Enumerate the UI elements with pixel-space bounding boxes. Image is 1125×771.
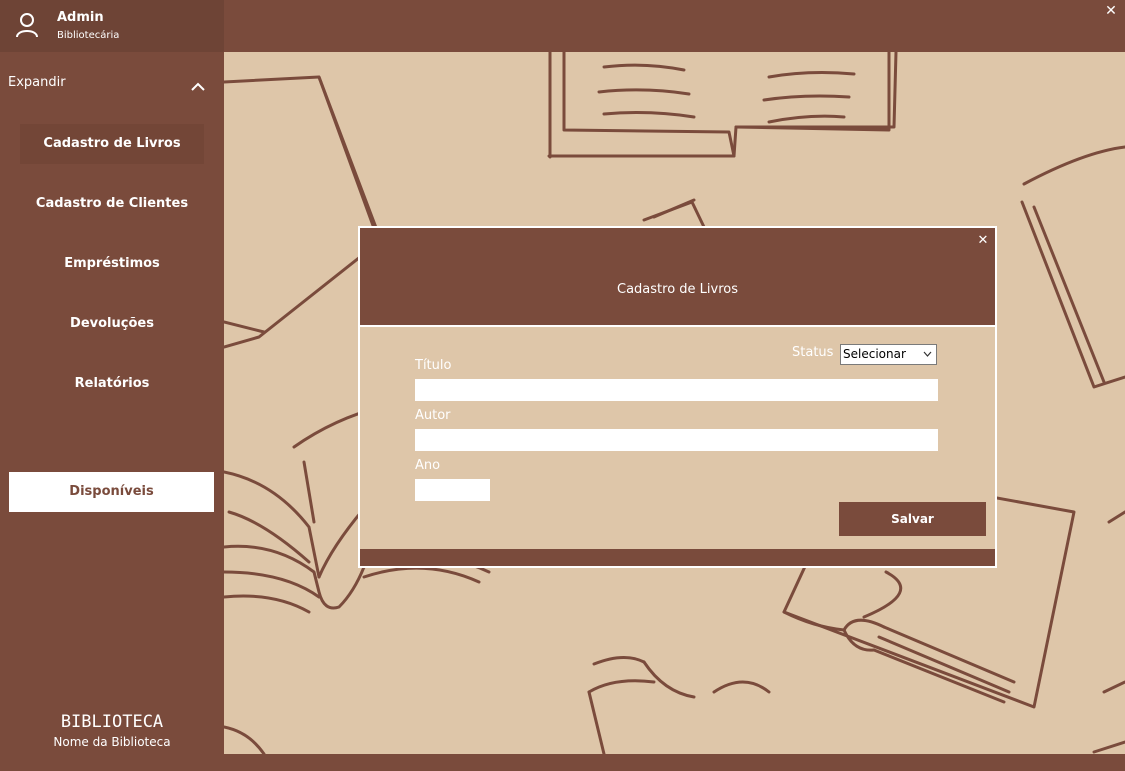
sidebar: Expandir Cadastro de Livros Cadastro de …	[0, 52, 224, 754]
chevron-down-icon	[923, 351, 932, 357]
save-button[interactable]: Salvar	[839, 502, 986, 536]
user-icon	[16, 13, 38, 38]
modal-close-icon[interactable]: ✕	[976, 234, 990, 248]
expand-toggle[interactable]: Expandir	[0, 52, 224, 112]
user-role: Bibliotecária	[57, 30, 120, 41]
sidebar-item-emprestimos[interactable]: Empréstimos	[20, 244, 204, 284]
autor-label: Autor	[415, 408, 451, 423]
brand-title: BIBLIOTECA	[60, 712, 164, 732]
titulo-input[interactable]	[415, 379, 938, 401]
ano-label: Ano	[415, 458, 441, 473]
status-select[interactable]: Selecionar	[840, 344, 937, 365]
chevron-up-icon	[191, 82, 205, 91]
sidebar-item-devolucoes[interactable]: Devoluções	[20, 304, 204, 344]
modal-title: Cadastro de Livros	[617, 282, 738, 297]
bottom-strip	[0, 754, 1125, 771]
modal-footer	[360, 549, 995, 566]
titulo-label: Título	[415, 358, 452, 373]
user-name: Admin	[57, 10, 104, 25]
modal-divider	[360, 325, 995, 327]
brand-subtitle: Nome da Biblioteca	[53, 735, 171, 749]
expand-label: Expandir	[8, 75, 66, 90]
available-button[interactable]: Disponíveis	[9, 472, 214, 512]
status-select-value: Selecionar	[843, 347, 906, 361]
status-label: Status	[792, 345, 834, 360]
sidebar-item-cadastro-clientes[interactable]: Cadastro de Clientes	[20, 184, 204, 224]
ano-input[interactable]	[415, 479, 490, 501]
app-close-icon[interactable]: ✕	[1103, 3, 1119, 19]
user-block: Admin Bibliotecária	[0, 0, 224, 52]
autor-input[interactable]	[415, 429, 938, 451]
sidebar-item-relatorios[interactable]: Relatórios	[20, 364, 204, 404]
modal-header: Cadastro de Livros ✕	[360, 228, 995, 325]
top-bar: Admin Bibliotecária ✕	[0, 0, 1125, 52]
book-registration-modal: Cadastro de Livros ✕ Status Selecionar T…	[358, 226, 997, 568]
sidebar-item-cadastro-livros[interactable]: Cadastro de Livros	[20, 124, 204, 164]
